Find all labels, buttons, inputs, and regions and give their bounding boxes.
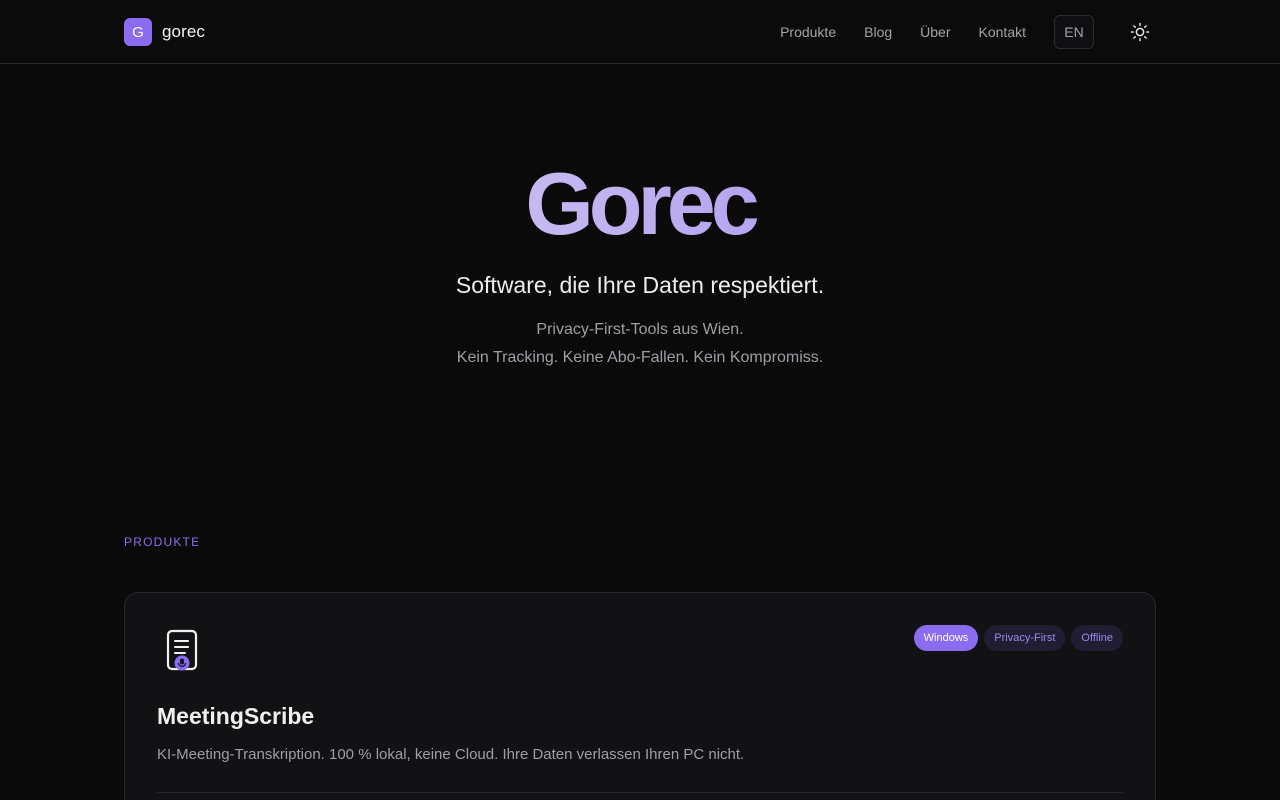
nav-link-ueber[interactable]: Über bbox=[920, 24, 950, 40]
brand-badge: G bbox=[124, 18, 152, 46]
brand-logo-link[interactable]: G gorec bbox=[124, 18, 205, 46]
document-microphone-icon bbox=[166, 629, 198, 671]
hero-title: Gorec bbox=[0, 152, 1280, 256]
tag-privacy-first: Privacy-First bbox=[984, 625, 1066, 651]
product-description: KI-Meeting-Transkription. 100 % lokal, k… bbox=[157, 746, 745, 763]
site-header: G gorec Produkte Blog Über Kontakt EN bbox=[0, 0, 1280, 64]
products-section-label: PRODUKTE bbox=[124, 535, 201, 549]
nav-link-kontakt[interactable]: Kontakt bbox=[979, 24, 1026, 40]
hero-tagline-1: Privacy-First-Tools aus Wien. bbox=[536, 321, 744, 338]
brand-name: gorec bbox=[162, 22, 206, 41]
card-divider bbox=[157, 792, 1123, 793]
language-switch-button[interactable]: EN bbox=[1054, 15, 1094, 49]
product-card-meetingscribe[interactable]: Windows Privacy-First Offline MeetingScr… bbox=[124, 592, 1156, 800]
sun-icon bbox=[1130, 22, 1150, 42]
nav-link-blog[interactable]: Blog bbox=[864, 24, 892, 40]
product-tags: Windows Privacy-First Offline bbox=[913, 625, 1123, 651]
product-title: MeetingScribe bbox=[157, 703, 315, 729]
tag-windows: Windows bbox=[913, 625, 979, 651]
tag-offline: Offline bbox=[1071, 625, 1123, 651]
theme-toggle-button[interactable] bbox=[1124, 16, 1156, 48]
hero-subtitle: Software, die Ihre Daten respektiert. bbox=[455, 272, 825, 298]
main-nav: Produkte Blog Über Kontakt EN bbox=[780, 15, 1156, 49]
hero-tagline-2: Kein Tracking. Keine Abo-Fallen. Kein Ko… bbox=[456, 349, 824, 366]
nav-link-produkte[interactable]: Produkte bbox=[780, 24, 836, 40]
